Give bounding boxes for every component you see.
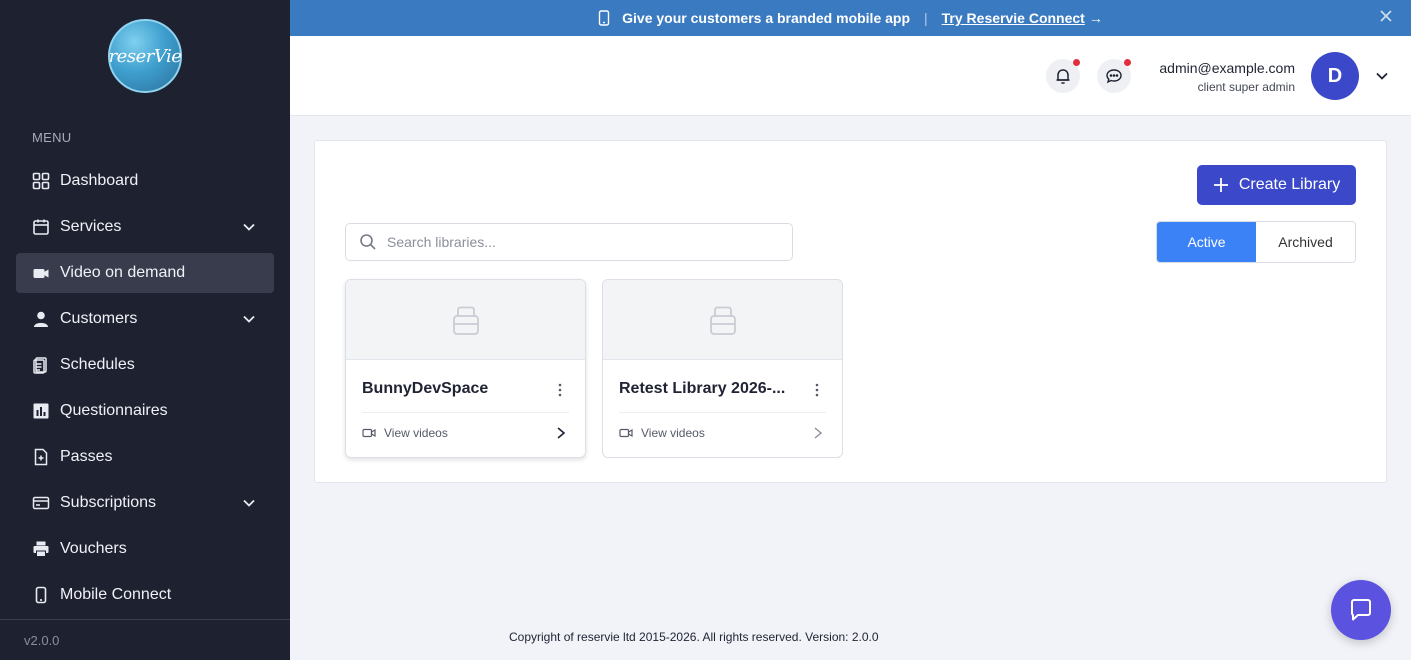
library-thumbnail: [346, 280, 585, 360]
chevron-right-icon[interactable]: [812, 426, 824, 440]
sidebar-item-dashboard[interactable]: Dashboard: [16, 161, 274, 201]
sidebar-item-label: Customers: [60, 310, 138, 327]
document-icon: [32, 448, 50, 466]
sidebar-item-label: Schedules: [60, 356, 135, 373]
notification-dot: [1073, 59, 1080, 66]
version-footer: v2.0.0: [0, 619, 290, 660]
library-card[interactable]: Retest Library 2026-... View videos: [602, 279, 843, 458]
view-videos-link[interactable]: View videos: [619, 426, 705, 440]
version-label: v2.0.0: [24, 633, 60, 648]
bell-icon: [1056, 69, 1070, 84]
sidebar-item-vouchers[interactable]: Vouchers: [16, 529, 274, 569]
more-vertical-icon[interactable]: [557, 382, 563, 398]
sidebar-item-customers[interactable]: Customers: [16, 299, 274, 339]
sidebar-item-subscriptions[interactable]: Subscriptions: [16, 483, 274, 523]
chevron-down-icon[interactable]: [1375, 69, 1389, 83]
sidebar-item-services[interactable]: Services: [16, 207, 274, 247]
view-videos-link[interactable]: View videos: [362, 426, 448, 440]
calendar-icon: [32, 218, 50, 236]
arrow-right-icon: →: [1088, 10, 1103, 26]
close-icon[interactable]: [1379, 9, 1393, 23]
video-camera-icon: [362, 428, 376, 438]
user-icon: [32, 310, 50, 328]
support-chat-button[interactable]: [1331, 580, 1391, 640]
library-title: BunnyDevSpace: [362, 380, 489, 397]
chevron-right-icon[interactable]: [555, 426, 567, 440]
library-title: Retest Library 2026-...: [619, 380, 786, 397]
sidebar-item-label: Vouchers: [60, 540, 127, 557]
sidebar-item-label: Passes: [60, 448, 113, 465]
top-header: admin@example.com client super admin D: [290, 36, 1411, 116]
tab-archived[interactable]: Archived: [1256, 222, 1355, 262]
sidebar-item-video-on-demand[interactable]: Video on demand: [16, 253, 274, 293]
banner-separator: |: [924, 10, 928, 26]
copyright-footer: Copyright of reservie ltd 2015-2026. All…: [509, 630, 879, 644]
sidebar-item-label: Video on demand: [60, 264, 186, 281]
sidebar-item-mobile-connect[interactable]: Mobile Connect: [16, 575, 274, 615]
card-icon: [32, 494, 50, 512]
chevron-down-icon[interactable]: [242, 496, 256, 510]
reservie-logo[interactable]: reserVie: [108, 19, 182, 93]
view-videos-label: View videos: [641, 426, 705, 440]
sidebar-item-label: Questionnaires: [60, 402, 168, 419]
notifications-button[interactable]: [1046, 59, 1080, 93]
mobile-icon: [598, 10, 610, 26]
sidebar: reserVie MENU Dashboard Services Video o…: [0, 0, 290, 660]
message-dot: [1124, 59, 1131, 66]
messages-button[interactable]: [1097, 59, 1131, 93]
sidebar-item-label: Dashboard: [60, 172, 139, 189]
library-placeholder-icon: [709, 306, 736, 335]
sidebar-item-questionnaires[interactable]: Questionnaires: [16, 391, 274, 431]
chevron-down-icon[interactable]: [242, 220, 256, 234]
sidebar-item-label: Subscriptions: [60, 494, 157, 511]
chevron-down-icon[interactable]: [242, 312, 256, 326]
menu-heading: MENU: [32, 130, 72, 145]
library-panel: Create Library Active Archived BunnyDevS…: [314, 140, 1387, 483]
chat-bubble-icon: [1106, 69, 1122, 84]
promo-banner: Give your customers a branded mobile app…: [290, 0, 1411, 36]
create-library-label: Create Library: [1238, 176, 1341, 193]
banner-text: Give your customers a branded mobile app: [622, 10, 911, 26]
more-vertical-icon[interactable]: [814, 382, 820, 398]
printer-icon: [32, 540, 50, 558]
search-box: [345, 223, 793, 261]
tab-active[interactable]: Active: [1157, 222, 1256, 262]
library-card[interactable]: BunnyDevSpace View videos: [345, 279, 586, 458]
card-divider: [362, 412, 569, 413]
sidebar-item-label: Services: [60, 218, 122, 235]
plus-icon: [1213, 178, 1228, 192]
logo-text: reserVie: [108, 45, 182, 67]
sidebar-item-label: Mobile Connect: [60, 586, 172, 603]
library-thumbnail: [603, 280, 842, 360]
search-icon: [360, 234, 376, 250]
clipboard-icon: [32, 356, 50, 374]
sidebar-nav: Dashboard Services Video on demand Custo…: [16, 161, 274, 621]
library-placeholder-icon: [452, 306, 479, 335]
create-library-button[interactable]: Create Library: [1197, 165, 1356, 205]
grid-icon: [32, 172, 50, 190]
search-input[interactable]: [387, 234, 792, 250]
chat-icon: [1351, 599, 1371, 621]
bar-chart-icon: [32, 402, 50, 420]
card-divider: [619, 412, 826, 413]
status-toggle: Active Archived: [1156, 221, 1356, 263]
user-role: client super admin: [1197, 80, 1295, 94]
view-videos-label: View videos: [384, 426, 448, 440]
video-icon: [32, 264, 50, 282]
video-camera-icon: [619, 428, 633, 438]
user-email: admin@example.com: [1159, 60, 1295, 76]
try-reservie-connect-link[interactable]: Try Reservie Connect: [942, 10, 1085, 26]
avatar[interactable]: D: [1311, 52, 1359, 100]
mobile-icon: [32, 586, 50, 604]
sidebar-item-schedules[interactable]: Schedules: [16, 345, 274, 385]
sidebar-item-passes[interactable]: Passes: [16, 437, 274, 477]
